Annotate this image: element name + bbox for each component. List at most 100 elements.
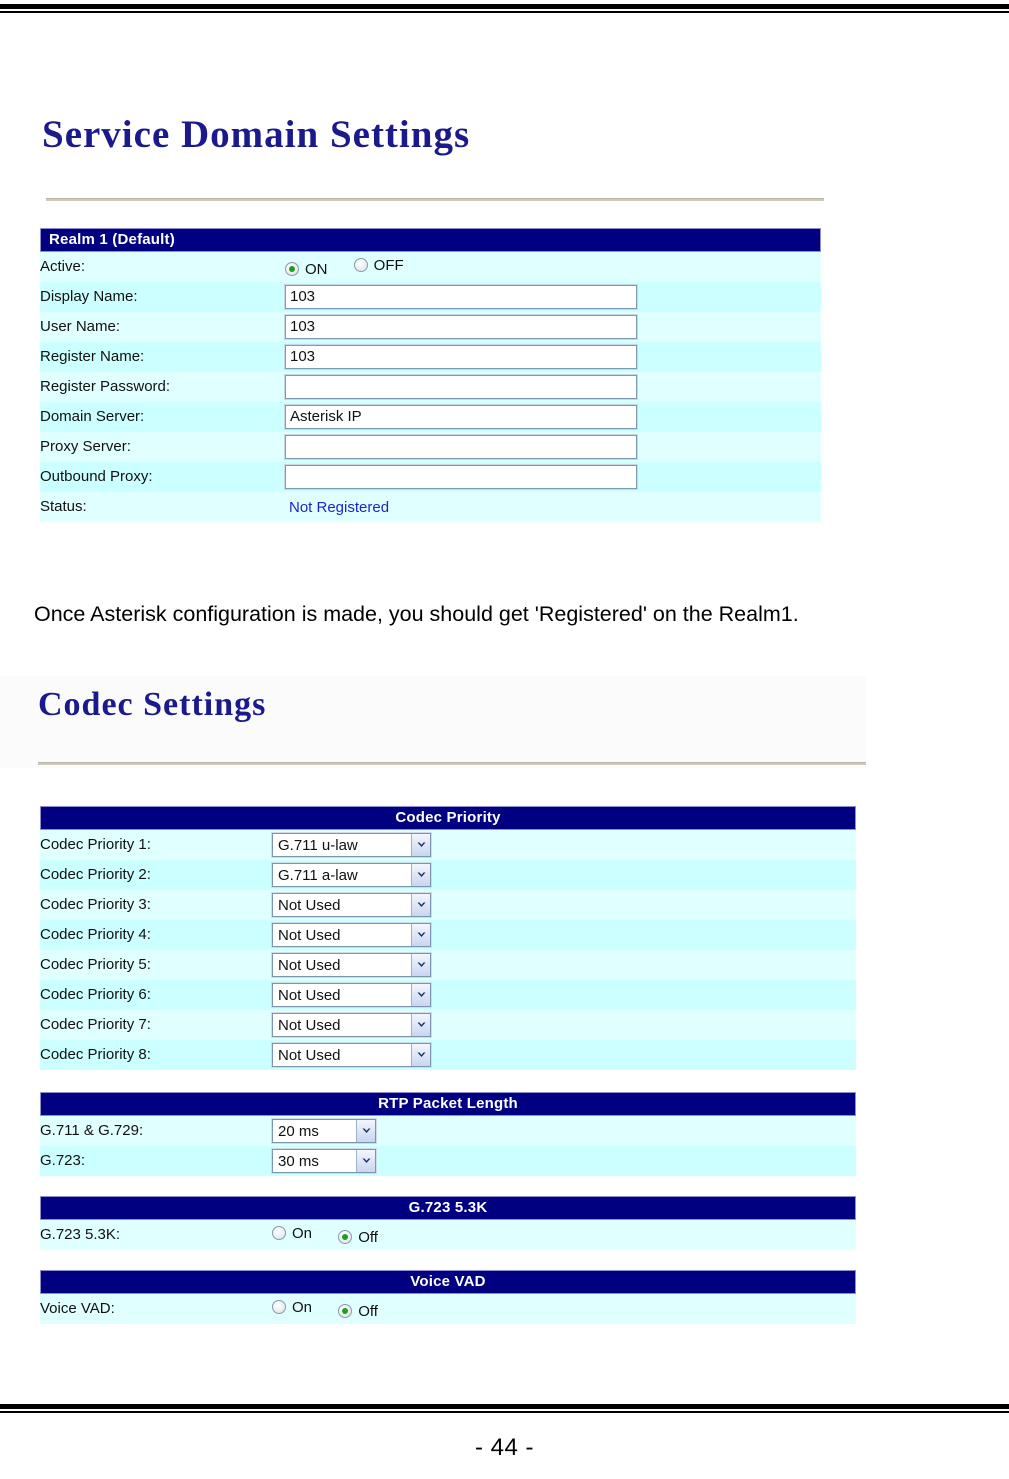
g723-53k-table: G.723 5.3K G.723 5.3K: On Off: [40, 1196, 856, 1250]
rtp-g723-selected: 30 ms: [278, 1152, 319, 1170]
codec-priority-2-select[interactable]: G.711 a-law: [271, 862, 432, 888]
table-row: Domain Server: Asterisk IP: [40, 402, 821, 432]
radio-on-icon[interactable]: [285, 262, 299, 276]
codec-priority-1-label: Codec Priority 1:: [40, 830, 272, 860]
codec-priority-4-select[interactable]: Not Used: [271, 922, 432, 948]
codec-priority-2-label: Codec Priority 2:: [40, 860, 272, 890]
table-row: Proxy Server:: [40, 432, 821, 462]
radio-off-icon[interactable]: [338, 1304, 353, 1318]
g723-53k-off-label: Off: [358, 1228, 378, 1246]
chevron-down-icon[interactable]: [411, 984, 430, 1006]
table-row: Codec Priority 8: Not Used: [40, 1040, 857, 1070]
codec-priority-6-value-cell: Not Used: [271, 980, 857, 1010]
proxy-server-value-cell: [284, 432, 821, 462]
register-password-input[interactable]: [284, 374, 638, 400]
table-row: Codec Priority 3: Not Used: [40, 890, 857, 920]
codec-priority-1-value-cell: G.711 u-law: [271, 830, 857, 860]
table-row: Codec Priority 1: G.711 u-law: [40, 830, 857, 860]
codec-priority-7-select[interactable]: Not Used: [271, 1012, 432, 1038]
outbound-proxy-input[interactable]: [284, 464, 638, 490]
active-on-label: ON: [305, 260, 328, 278]
codec-priority-1-select[interactable]: G.711 u-law: [271, 832, 432, 858]
proxy-server-input[interactable]: [284, 434, 638, 460]
codec-priority-7-value-cell: Not Used: [271, 1010, 857, 1040]
g723-53k-radio-off[interactable]: Off: [338, 1229, 378, 1246]
chevron-down-icon[interactable]: [411, 834, 430, 856]
table-row: Display Name: 103: [40, 282, 821, 312]
active-value-cell: ON OFF: [285, 252, 821, 282]
chevron-down-icon[interactable]: [411, 864, 430, 886]
rtp-g711-g729-select[interactable]: 20 ms: [271, 1118, 377, 1144]
codec-priority-6-label: Codec Priority 6:: [40, 980, 272, 1010]
radio-on-icon[interactable]: [272, 1226, 286, 1240]
chevron-down-icon[interactable]: [411, 954, 430, 976]
radio-on-icon[interactable]: [272, 1300, 286, 1314]
active-radio-on[interactable]: ON: [285, 261, 328, 278]
codec-priority-3-select[interactable]: Not Used: [271, 892, 432, 918]
table-row: Active: ON OFF: [40, 252, 821, 282]
codec-priority-7-label: Codec Priority 7:: [40, 1010, 272, 1040]
codec-priority-3-value-cell: Not Used: [271, 890, 857, 920]
domain-server-input[interactable]: Asterisk IP: [284, 404, 638, 430]
chevron-down-icon[interactable]: [411, 894, 430, 916]
chevron-down-icon[interactable]: [356, 1150, 375, 1172]
voice-vad-value-cell: On Off: [272, 1294, 856, 1324]
table-header-row: RTP Packet Length: [40, 1092, 857, 1116]
status-value-cell: Not Registered: [285, 492, 821, 522]
voice-vad-label: Voice VAD:: [40, 1294, 272, 1324]
note-paragraph: Once Asterisk configuration is made, you…: [34, 602, 799, 626]
table-row: G.711 & G.729: 20 ms: [40, 1116, 857, 1146]
chevron-down-icon[interactable]: [411, 1044, 430, 1066]
table-row: Register Password:: [40, 372, 821, 402]
codec-priority-6-select[interactable]: Not Used: [271, 982, 432, 1008]
table-header-row: Realm 1 (Default): [40, 228, 821, 252]
table-header-row: Codec Priority: [40, 806, 857, 830]
register-name-input[interactable]: 103: [284, 344, 638, 370]
rtp-g711-g729-value-cell: 20 ms: [271, 1116, 857, 1146]
page-footer-rule: [0, 1404, 1009, 1413]
codec-priority-8-selected: Not Used: [278, 1046, 341, 1064]
codec-priority-4-label: Codec Priority 4:: [40, 920, 272, 950]
codec-priority-6-selected: Not Used: [278, 986, 341, 1004]
radio-off-icon[interactable]: [338, 1230, 353, 1244]
page-number: - 44 -: [474, 1434, 534, 1461]
active-label: Active:: [40, 252, 285, 282]
display-name-input[interactable]: 103: [284, 284, 638, 310]
codec-priority-1-selected: G.711 u-law: [278, 836, 358, 854]
user-name-input[interactable]: 103: [284, 314, 638, 340]
codec-settings-title: Codec Settings: [38, 686, 267, 723]
table-row: Codec Priority 5: Not Used: [40, 950, 857, 980]
chevron-down-icon[interactable]: [411, 924, 430, 946]
rtp-g711-g729-label: G.711 & G.729:: [40, 1116, 272, 1146]
user-name-value-cell: 103: [284, 312, 821, 342]
chevron-down-icon[interactable]: [356, 1120, 375, 1142]
rtp-g711-g729-selected: 20 ms: [278, 1122, 319, 1140]
g723-53k-radio-on[interactable]: On: [272, 1225, 312, 1242]
outbound-proxy-label: Outbound Proxy:: [40, 462, 285, 492]
rtp-g723-select[interactable]: 30 ms: [271, 1148, 377, 1174]
voice-vad-radio-on[interactable]: On: [272, 1299, 312, 1316]
codec-priority-5-select[interactable]: Not Used: [271, 952, 432, 978]
register-password-label: Register Password:: [40, 372, 285, 402]
voice-vad-radio-off[interactable]: Off: [338, 1303, 378, 1320]
chevron-down-icon[interactable]: [411, 1014, 430, 1036]
footer-rule-thin: [0, 1411, 1009, 1413]
service-domain-divider: [46, 198, 824, 201]
user-name-label: User Name:: [40, 312, 285, 342]
footer-rule-thick: [0, 1404, 1009, 1409]
register-password-value-cell: [284, 372, 821, 402]
codec-priority-header-label: Codec Priority: [40, 806, 857, 830]
voice-vad-on-label: On: [292, 1298, 313, 1316]
codec-settings-divider: [38, 762, 866, 765]
active-radio-off[interactable]: OFF: [353, 257, 404, 274]
radio-off-icon[interactable]: [353, 258, 368, 272]
table-header-row: G.723 5.3K: [40, 1196, 856, 1220]
voice-vad-off-label: Off: [358, 1302, 378, 1320]
table-row: Status: Not Registered: [40, 492, 821, 522]
codec-priority-8-select[interactable]: Not Used: [271, 1042, 432, 1068]
domain-server-label: Domain Server:: [40, 402, 285, 432]
table-row: Voice VAD: On Off: [40, 1294, 856, 1324]
register-name-value-cell: 103: [284, 342, 821, 372]
page-header-rule: [0, 4, 1009, 13]
domain-server-value-cell: Asterisk IP: [284, 402, 821, 432]
